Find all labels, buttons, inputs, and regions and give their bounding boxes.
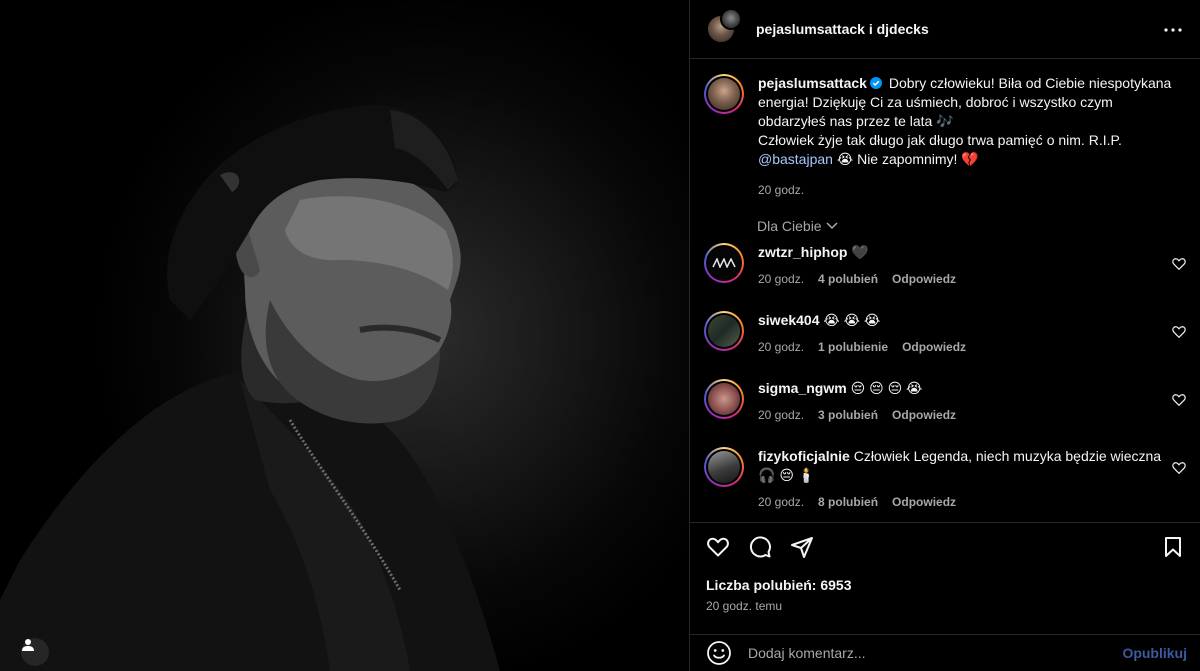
comment-composer: Opublikuj [690, 634, 1200, 671]
comment-meta: 20 godz. 3 polubień Odpowiedz [758, 406, 1162, 425]
comment-meta: 20 godz. 1 polubienie Odpowiedz [758, 338, 1162, 357]
publish-button[interactable]: Opublikuj [1122, 645, 1187, 661]
comment-time[interactable]: 20 godz. [758, 406, 804, 425]
comment-item: siwek404 😭 😭 😭 20 godz. 1 polubienie Odp… [704, 311, 1186, 357]
comment-item: zwtzr_hiphop 🖤 20 godz. 4 polubień Odpow… [704, 243, 1186, 289]
caption-text: Człowiek żyje tak długo jak długo trwa p… [758, 132, 1122, 148]
comment-meta: 20 godz. 8 polubień Odpowiedz [758, 493, 1162, 512]
reply-button[interactable]: Odpowiedz [892, 493, 956, 512]
comment-item: sigma_ngwm 😔 😔 😔 😭 20 godz. 3 polubień O… [704, 379, 1186, 425]
comment-likes[interactable]: 3 polubień [818, 406, 878, 425]
caption-emoji: 💔 [961, 151, 979, 167]
more-options-button[interactable] [1161, 20, 1185, 40]
post-dialog: pejaslumsattack i djdecks pejaslumsattac… [0, 0, 1200, 671]
caption-timestamp[interactable]: 20 godz. [758, 181, 1178, 200]
avatar[interactable] [704, 311, 744, 351]
smiley-icon[interactable] [706, 640, 732, 666]
comment-bubble-icon[interactable] [748, 535, 772, 559]
post-timestamp[interactable]: 20 godz. temu [706, 599, 782, 613]
comment-text: Człowiek Legenda, niech muzyka będzie wi… [853, 448, 1162, 464]
comment-item: fizykoficjalnie Człowiek Legenda, niech … [704, 447, 1186, 512]
comment-username[interactable]: sigma_ngwm [758, 380, 847, 396]
like-comment-heart-icon[interactable] [1172, 393, 1186, 407]
person-icon [22, 639, 34, 651]
comment-time[interactable]: 20 godz. [758, 493, 804, 512]
caption-mention[interactable]: @bastajpan [758, 151, 833, 167]
collab-avatars[interactable] [706, 8, 744, 48]
avatar [720, 8, 742, 30]
comment-likes[interactable]: 1 polubienie [818, 338, 888, 357]
like-comment-heart-icon[interactable] [1172, 257, 1186, 271]
chevron-down-icon [826, 222, 838, 230]
comment-time[interactable]: 20 godz. [758, 338, 804, 357]
verified-badge-icon [869, 77, 882, 89]
caption-emoji: 🎶 [936, 113, 954, 129]
comment-text: 😭 😭 😭 [823, 312, 881, 328]
avatar[interactable] [704, 379, 744, 419]
post-header: pejaslumsattack i djdecks [690, 0, 1200, 59]
comments-scroll-area[interactable]: pejaslumsattack Dobry człowieku! Biła od… [690, 60, 1200, 522]
post-side-panel: pejaslumsattack i djdecks pejaslumsattac… [689, 0, 1200, 671]
comment-text: 😔 😔 😔 😭 [850, 380, 923, 396]
post-caption: pejaslumsattack Dobry człowieku! Biła od… [704, 74, 1184, 200]
avatar[interactable] [704, 74, 744, 114]
reply-button[interactable]: Odpowiedz [892, 270, 956, 289]
caption-emoji: 😭 [836, 151, 854, 167]
caption-text: Nie zapomnimy! [857, 151, 958, 167]
heart-outline-icon[interactable] [706, 535, 730, 559]
comment-username[interactable]: fizykoficjalnie [758, 448, 850, 464]
post-authors[interactable]: pejaslumsattack i djdecks [756, 21, 929, 37]
more-horizontal-icon [1164, 28, 1182, 32]
comment-username[interactable]: siwek404 [758, 312, 820, 328]
post-photo[interactable] [0, 0, 689, 671]
bookmark-icon[interactable] [1161, 535, 1185, 559]
avatar[interactable] [704, 243, 744, 283]
avatar[interactable] [704, 447, 744, 487]
like-comment-heart-icon[interactable] [1172, 325, 1186, 339]
portrait-image [0, 104, 500, 671]
comment-sort-dropdown[interactable]: Dla Ciebie [757, 218, 838, 234]
comment-meta: 20 godz. 4 polubień Odpowiedz [758, 270, 1162, 289]
comment-text: 🖤 [851, 244, 869, 260]
reply-button[interactable]: Odpowiedz [902, 338, 966, 357]
sort-label: Dla Ciebie [757, 218, 822, 234]
comment-input[interactable] [748, 641, 1108, 665]
reply-button[interactable]: Odpowiedz [892, 406, 956, 425]
comment-likes[interactable]: 8 polubień [818, 493, 878, 512]
comment-likes[interactable]: 4 polubień [818, 270, 878, 289]
paper-plane-icon[interactable] [790, 535, 814, 559]
likes-count[interactable]: Liczba polubień: 6953 [706, 577, 851, 593]
post-actions: Liczba polubień: 6953 20 godz. temu [690, 522, 1200, 634]
like-comment-heart-icon[interactable] [1172, 461, 1186, 475]
comment-emoji: 🎧 😔 🕯️ [758, 467, 816, 483]
caption-username[interactable]: pejaslumsattack [758, 75, 867, 91]
tagged-users-button[interactable] [21, 638, 49, 666]
comment-time[interactable]: 20 godz. [758, 270, 804, 289]
comment-username[interactable]: zwtzr_hiphop [758, 244, 847, 260]
